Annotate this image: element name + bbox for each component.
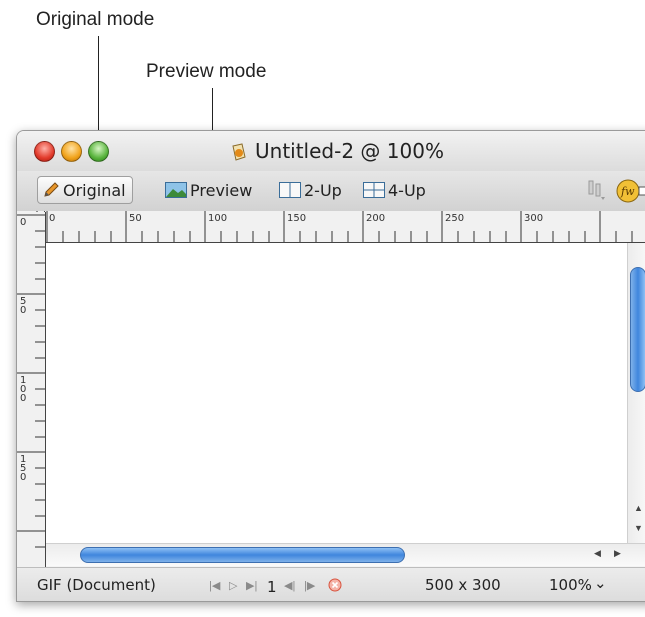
minimize-button[interactable]: [61, 141, 82, 162]
ruler-v-label: 0: [20, 217, 27, 228]
ruler-v-label: 100: [20, 375, 27, 404]
scroll-left-arrow-icon[interactable]: ◀: [594, 548, 601, 559]
ruler-h-label: 50: [129, 213, 142, 224]
scroll-up-arrow-icon[interactable]: ▲: [634, 503, 643, 513]
fireworks-edit-icon[interactable]: fw: [615, 178, 645, 204]
vertical-scroll-thumb[interactable]: [630, 267, 645, 392]
window-title: Untitled-2 @ 100%: [255, 139, 444, 163]
original-mode-callout: Original mode: [36, 9, 155, 30]
ruler-h-label: 100: [208, 213, 228, 224]
ruler-h-label: 250: [445, 213, 465, 224]
document-format[interactable]: GIF (Document): [37, 576, 156, 594]
fireworks-document-icon: [232, 143, 246, 161]
tab-original-label: Original: [63, 180, 126, 200]
previous-frame-icon[interactable]: ◀|: [284, 579, 295, 592]
ruler-h-label: 200: [366, 213, 386, 224]
horizontal-ruler[interactable]: 0 50 100 150 200 250 300: [45, 211, 645, 243]
horizontal-scroll-thumb[interactable]: [80, 547, 405, 563]
ruler-h-label: 150: [287, 213, 307, 224]
image-dimensions: 500 x 300: [425, 576, 501, 594]
pointer-tools-icon[interactable]: [585, 178, 607, 202]
four-up-icon: [363, 182, 385, 198]
tab-2up[interactable]: 2-Up: [279, 176, 342, 204]
pencil-icon: [44, 182, 59, 197]
zoom-chevron-down-icon[interactable]: ⌄: [594, 574, 607, 592]
close-button[interactable]: [34, 141, 55, 162]
first-frame-icon[interactable]: |◀: [209, 579, 220, 592]
ruler-h-label: 300: [524, 213, 544, 224]
tab-preview[interactable]: Preview: [165, 176, 252, 204]
play-icon[interactable]: ▷: [229, 579, 237, 592]
ruler-h-label: 0: [49, 213, 56, 224]
view-toolbar: Original Preview 2-Up 4-Up fw: [17, 171, 645, 212]
title-bar[interactable]: Untitled-2 @ 100%: [17, 131, 645, 171]
vertical-scrollbar[interactable]: ▲ ▼: [627, 243, 645, 543]
image-icon: [165, 182, 187, 198]
horizontal-scrollbar[interactable]: ◀ ▶: [46, 543, 645, 566]
scroll-down-arrow-icon[interactable]: ▼: [634, 523, 643, 533]
tab-4up-label: 4-Up: [388, 180, 426, 200]
two-up-icon: [279, 182, 301, 198]
tab-2up-label: 2-Up: [304, 180, 342, 200]
document-canvas[interactable]: [46, 243, 627, 543]
document-window: Untitled-2 @ 100% Original Preview 2-Up: [16, 130, 645, 602]
zoom-level-menu[interactable]: 100%: [549, 576, 592, 594]
status-bar: GIF (Document) |◀ ▷ ▶| 1 ◀| |▶ 500 x 300…: [17, 567, 645, 601]
tab-original[interactable]: Original: [37, 176, 133, 204]
scroll-right-arrow-icon[interactable]: ▶: [614, 548, 621, 559]
ruler-v-label: 50: [20, 296, 27, 316]
tab-4up[interactable]: 4-Up: [363, 176, 426, 204]
stop-icon[interactable]: [328, 578, 342, 592]
svg-text:fw: fw: [620, 185, 635, 198]
last-frame-icon[interactable]: ▶|: [246, 579, 257, 592]
next-frame-icon[interactable]: |▶: [304, 579, 315, 592]
vertical-ruler[interactable]: 0 50 100 150: [17, 212, 46, 593]
zoom-button[interactable]: [88, 141, 109, 162]
preview-mode-callout: Preview mode: [146, 61, 267, 82]
frame-number: 1: [267, 578, 277, 596]
ruler-v-label: 150: [20, 454, 27, 483]
tab-preview-label: Preview: [190, 180, 253, 200]
